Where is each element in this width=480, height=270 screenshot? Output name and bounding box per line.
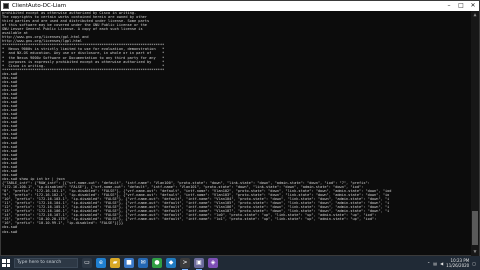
notification-icon[interactable]: ▢ [472, 261, 476, 266]
scroll-up-icon[interactable]: ▲ [471, 11, 479, 19]
chevron-up-icon[interactable]: ⌃ [427, 261, 430, 266]
clock[interactable]: 10:23 PM 11/26/2020 [446, 258, 469, 268]
store-icon[interactable]: ■ [124, 258, 134, 268]
windows-start-icon[interactable] [2, 259, 10, 267]
clock-date: 11/26/2020 [446, 263, 470, 268]
terminal-app-icon [3, 3, 9, 9]
title-bar[interactable]: ClientAuto-DC-Liam – □ ✕ [1, 1, 479, 11]
volume-icon[interactable]: ◀ [440, 261, 443, 266]
file-explorer-icon[interactable]: ▰ [110, 258, 120, 268]
mail-icon[interactable]: ✉ [138, 258, 148, 268]
taskbar: Type here to search ▭ e ▰ ■ ✉ ● ◆ > ▣ ◈ ⌃ ▤ ◀ 10:… [0, 256, 480, 270]
terminal-icon[interactable]: > [180, 258, 190, 270]
window-title: ClientAuto-DC-Liam [12, 3, 67, 9]
edge-icon[interactable]: e [96, 258, 106, 268]
app-icon[interactable]: ◈ [208, 258, 218, 268]
task-view-icon[interactable]: ▭ [82, 258, 92, 268]
chrome-icon[interactable]: ● [152, 258, 162, 268]
system-tray: ⌃ ▤ ◀ 10:23 PM 11/26/2020 ▢ [427, 257, 476, 269]
vscode-icon[interactable]: ◆ [166, 258, 176, 268]
console-output[interactable]: prohibited except as otherwise authorize… [2, 11, 470, 256]
vertical-scrollbar[interactable]: ▲ ▼ [471, 11, 479, 256]
search-placeholder: Type here to search [17, 260, 62, 265]
scroll-down-icon[interactable]: ▼ [471, 248, 479, 256]
close-icon[interactable]: ✕ [467, 1, 479, 11]
scrollbar-thumb[interactable] [472, 211, 478, 245]
network-icon[interactable]: ▤ [433, 261, 437, 266]
minimize-icon[interactable]: – [443, 1, 455, 11]
maximize-icon[interactable]: □ [455, 1, 467, 11]
putty-icon[interactable]: ▣ [194, 258, 204, 270]
taskbar-search-input[interactable]: Type here to search [14, 258, 78, 268]
pinned-apps: ▭ e ▰ ■ ✉ ● ◆ > ▣ ◈ [82, 258, 218, 270]
console-line: cbs-sw# [2, 229, 18, 234]
terminal-window: ClientAuto-DC-Liam – □ ✕ prohibited exce… [0, 0, 480, 256]
window-controls: – □ ✕ [443, 1, 479, 11]
